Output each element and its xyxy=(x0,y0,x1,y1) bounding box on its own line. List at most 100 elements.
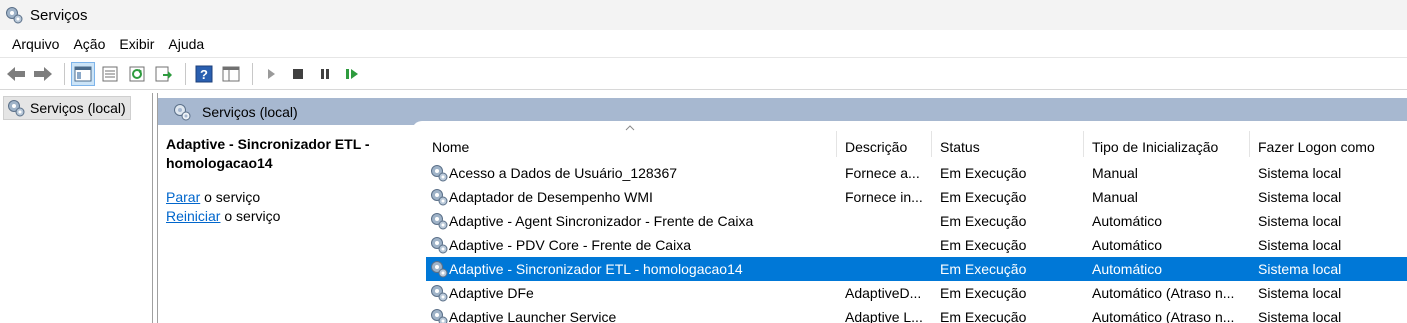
toolbar-separator xyxy=(252,62,253,85)
service-gear-icon xyxy=(431,213,448,230)
gear-icon xyxy=(6,7,23,24)
table-row[interactable]: Adaptive - PDV Core - Frente de Caixa Em … xyxy=(426,233,1407,257)
stop-service-button[interactable] xyxy=(286,62,310,86)
column-divider[interactable] xyxy=(836,131,837,157)
forward-button[interactable] xyxy=(31,62,55,86)
toolbar-separator xyxy=(64,62,65,85)
show-hide-console-tree-icon xyxy=(74,66,92,81)
cell-name: Adaptive Launcher Service xyxy=(449,309,617,323)
start-service-button[interactable] xyxy=(259,62,283,86)
table-row[interactable]: Acesso a Dados de Usuário_128367 Fornece … xyxy=(426,161,1407,185)
cell-description xyxy=(845,257,931,281)
title-bar: Serviços xyxy=(0,0,1407,30)
column-divider[interactable] xyxy=(931,131,932,157)
cell-log-on-as: Sistema local xyxy=(1258,165,1342,181)
menu-arquivo[interactable]: Arquivo xyxy=(5,30,66,58)
column-header-status[interactable]: Status xyxy=(940,136,980,158)
cell-name: Acesso a Dados de Usuário_128367 xyxy=(449,165,678,181)
console-tree: Serviços (local) xyxy=(0,93,153,323)
service-gear-icon xyxy=(431,237,448,254)
service-gear-icon xyxy=(431,309,448,323)
services-list: Nome Descrição Status Tipo de Inicializa… xyxy=(412,121,1407,323)
column-header-description[interactable]: Descrição xyxy=(845,136,907,158)
menu-acao[interactable]: Ação xyxy=(66,30,112,58)
service-gear-icon xyxy=(431,285,448,302)
cell-description: Fornece a... xyxy=(845,165,920,181)
pane-header-title: Serviços (local) xyxy=(202,103,298,120)
cell-description: AdaptiveD... xyxy=(845,285,922,301)
gear-icon xyxy=(174,103,191,120)
menu-ajuda[interactable]: Ajuda xyxy=(161,30,211,58)
column-divider[interactable] xyxy=(1083,131,1084,157)
show-hide-tree-button[interactable] xyxy=(71,61,95,86)
service-gear-icon xyxy=(431,165,448,182)
cell-status: Em Execução xyxy=(940,237,1027,253)
restart-service-text: o serviço xyxy=(220,208,281,224)
column-header-name[interactable]: Nome xyxy=(432,136,469,158)
cell-name: Adaptador de Desempenho WMI xyxy=(449,189,653,205)
cell-status: Em Execução xyxy=(940,165,1027,181)
cell-name: Adaptive - Agent Sincronizador - Frente … xyxy=(449,213,754,229)
sort-ascending-icon xyxy=(625,125,635,131)
table-row[interactable]: Adaptive Launcher Service Adaptive L... Em… xyxy=(426,305,1407,323)
export-list-icon xyxy=(155,66,172,81)
menu-bar: Arquivo Ação Exibir Ajuda xyxy=(0,30,1407,58)
cell-startup-type: Automático xyxy=(1092,261,1163,277)
restart-service-button[interactable] xyxy=(340,62,364,86)
cell-log-on-as: Sistema local xyxy=(1258,261,1342,277)
service-details-panel: Adaptive - Sincronizador ETL - homologac… xyxy=(166,135,406,226)
cell-log-on-as: Sistema local xyxy=(1258,213,1342,229)
restart-service-action: Reiniciar o serviço xyxy=(166,207,406,226)
cell-name: Adaptive DFe xyxy=(449,285,534,301)
restart-service-link[interactable]: Reiniciar xyxy=(166,208,220,224)
cell-description: Adaptive L... xyxy=(845,309,923,323)
menu-exibir[interactable]: Exibir xyxy=(112,30,161,58)
help-icon: ? xyxy=(195,65,213,82)
start-service-icon xyxy=(268,68,275,79)
back-button[interactable] xyxy=(4,62,28,86)
cell-startup-type: Automático xyxy=(1092,237,1163,253)
cell-startup-type: Automático (Atraso n... xyxy=(1092,285,1235,301)
cell-log-on-as: Sistema local xyxy=(1258,309,1342,323)
stop-service-text: o serviço xyxy=(200,189,261,205)
tree-item-services-local[interactable]: Serviços (local) xyxy=(3,96,131,120)
cell-startup-type: Automático (Atraso n... xyxy=(1092,309,1235,323)
cell-status: Em Execução xyxy=(940,189,1027,205)
cell-status: Em Execução xyxy=(940,213,1027,229)
stop-service-icon xyxy=(293,68,303,79)
cell-startup-type: Automático xyxy=(1092,213,1163,229)
stop-service-link[interactable]: Parar xyxy=(166,189,200,205)
column-divider[interactable] xyxy=(1249,131,1250,157)
refresh-icon xyxy=(129,66,145,81)
gear-icon xyxy=(8,100,25,117)
column-header-startup-type[interactable]: Tipo de Inicialização xyxy=(1092,136,1218,158)
forward-arrow-icon xyxy=(34,66,52,81)
window-title: Serviços xyxy=(30,6,88,24)
cell-description xyxy=(845,209,931,233)
selected-service-name: Adaptive - Sincronizador ETL - homologac… xyxy=(166,136,370,171)
svg-text:?: ? xyxy=(200,67,208,82)
cell-startup-type: Manual xyxy=(1092,165,1138,181)
tree-item-label: Serviços (local) xyxy=(30,100,126,116)
table-row[interactable]: Adaptador de Desempenho WMI Fornece in...… xyxy=(426,185,1407,209)
cell-name: Adaptive - Sincronizador ETL - homologac… xyxy=(449,261,743,277)
cell-log-on-as: Sistema local xyxy=(1258,285,1342,301)
help-button[interactable]: ? xyxy=(192,62,216,86)
pause-service-icon xyxy=(321,68,329,79)
export-list-button[interactable] xyxy=(152,62,176,86)
column-header-log-on-as[interactable]: Fazer Logon como xyxy=(1258,136,1375,158)
refresh-button[interactable] xyxy=(125,62,149,86)
cell-log-on-as: Sistema local xyxy=(1258,189,1342,205)
properties-icon xyxy=(102,66,118,81)
console-view-icon xyxy=(222,66,240,81)
pause-service-button[interactable] xyxy=(313,62,337,86)
stop-service-action: Parar o serviço xyxy=(166,188,406,207)
properties-button[interactable] xyxy=(98,62,122,86)
table-row[interactable]: Adaptive - Agent Sincronizador - Frente … xyxy=(426,209,1407,233)
cell-status: Em Execução xyxy=(940,261,1027,277)
console-view-button[interactable] xyxy=(219,62,243,86)
table-row[interactable]: Adaptive - Sincronizador ETL - homologac… xyxy=(426,257,1407,281)
toolbar-separator xyxy=(185,62,186,85)
back-arrow-icon xyxy=(7,66,25,81)
table-row[interactable]: Adaptive DFe AdaptiveD... Em Execução Autom… xyxy=(426,281,1407,305)
